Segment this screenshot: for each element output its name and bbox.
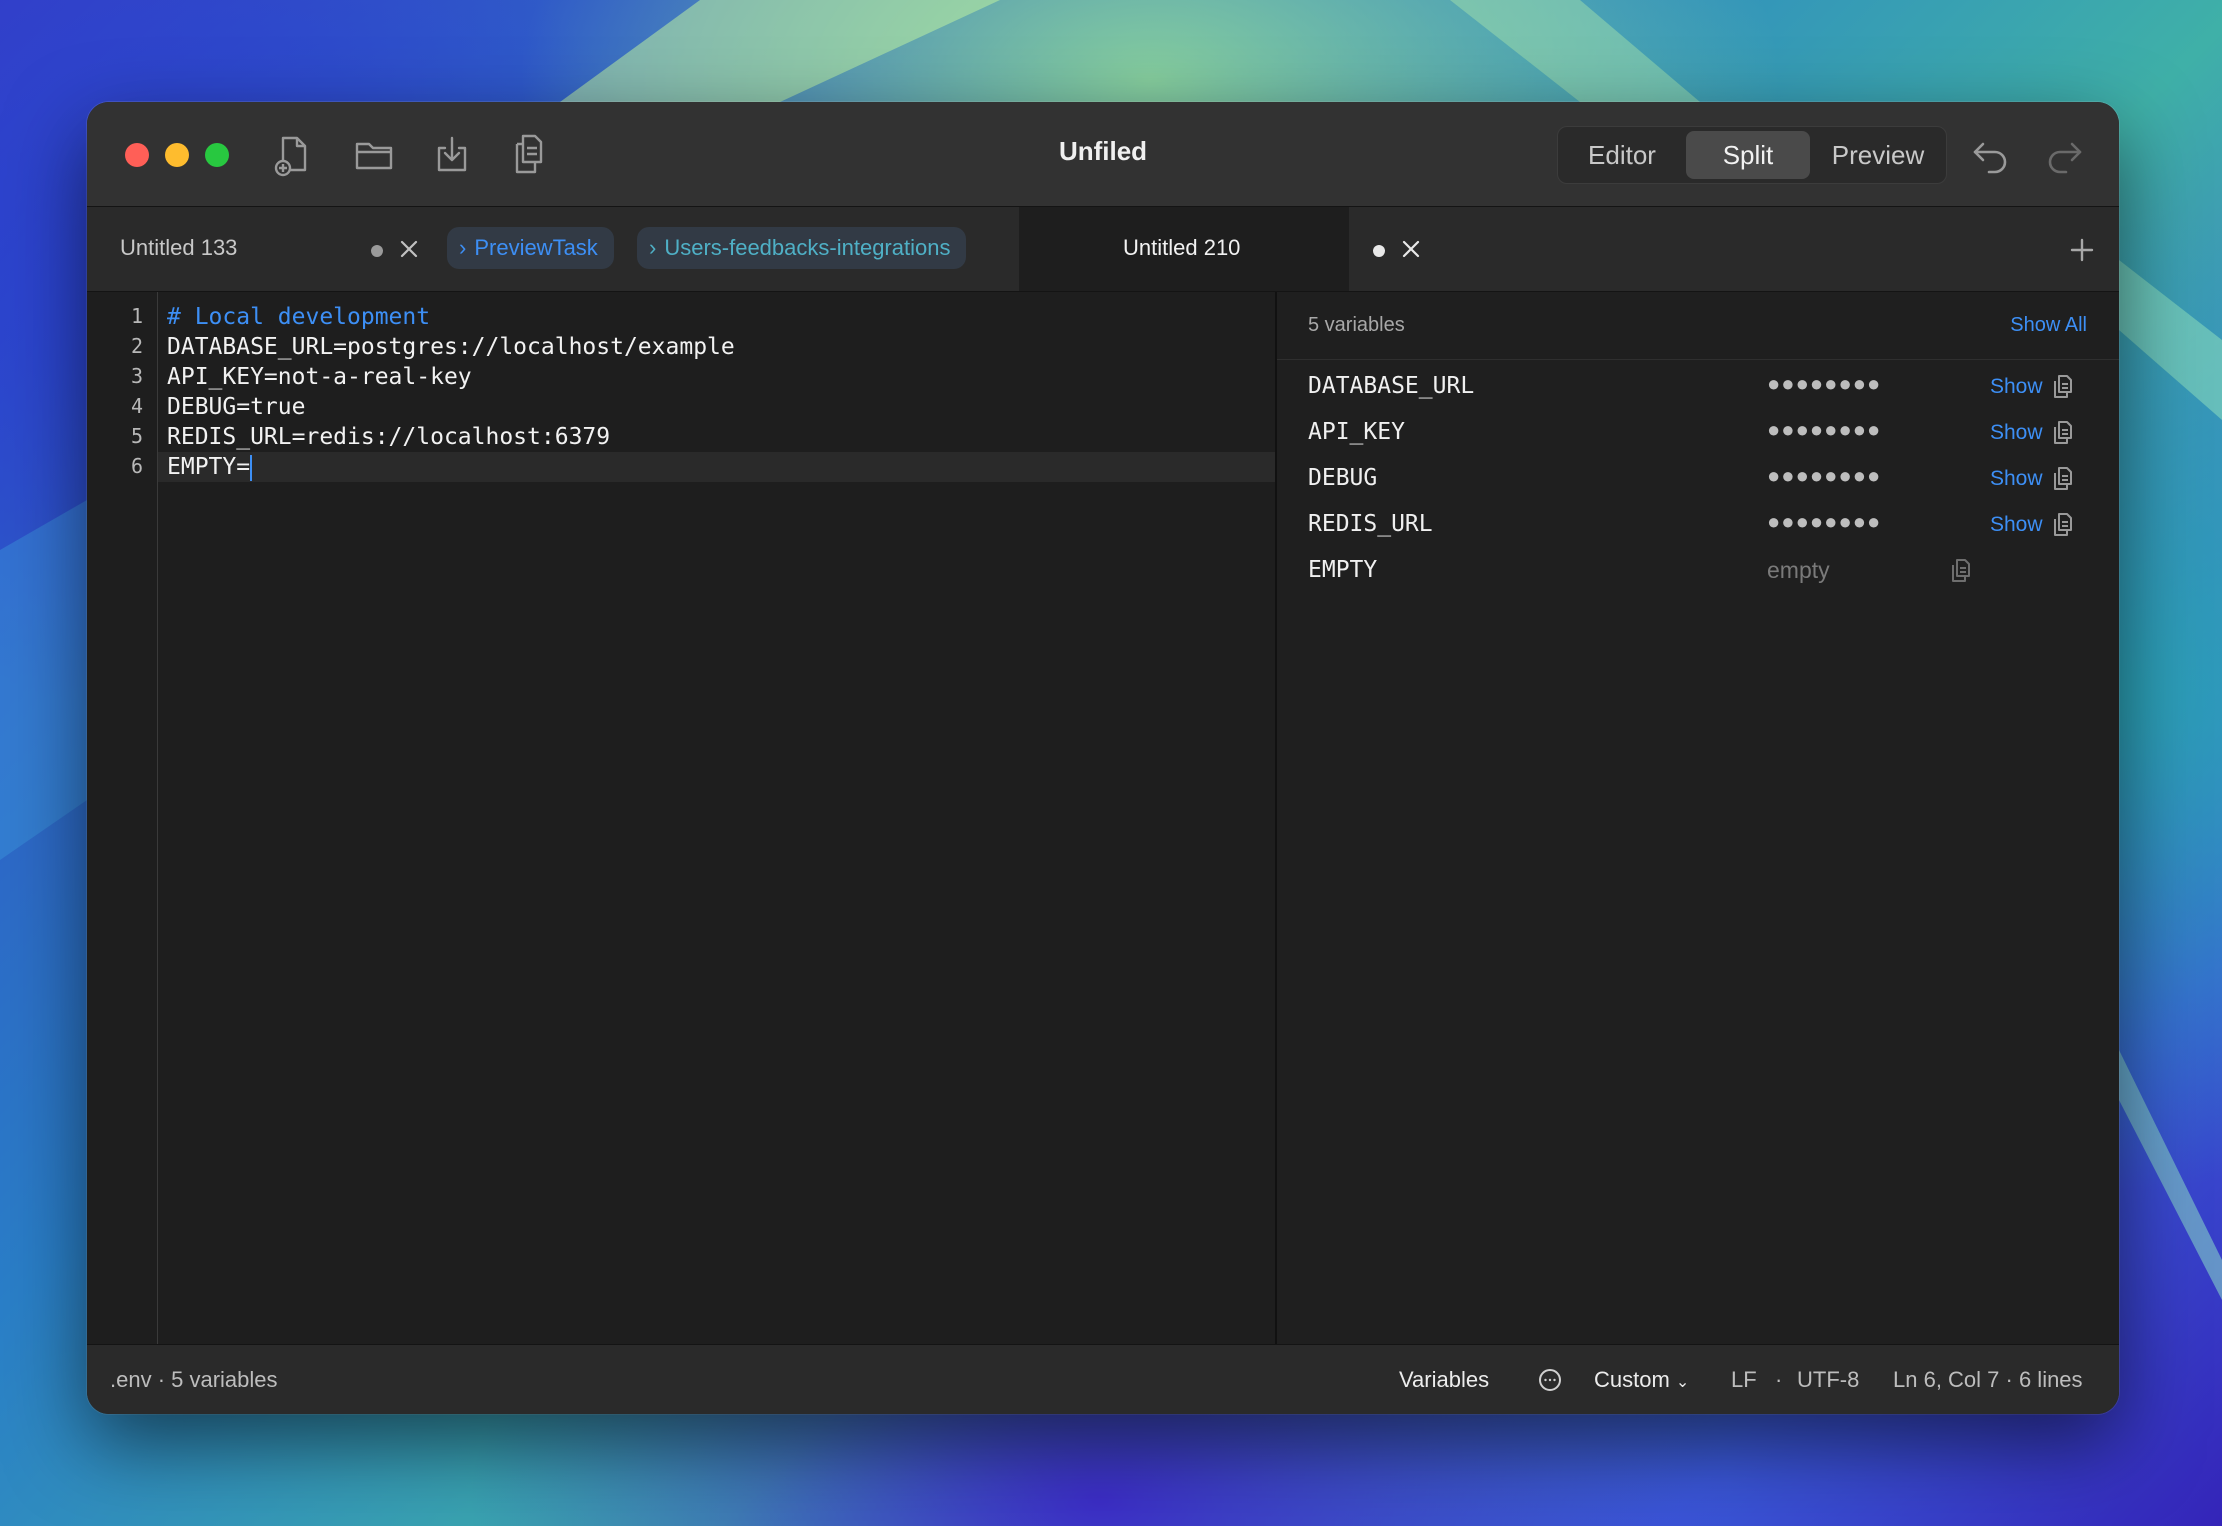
unsaved-dot-icon	[1373, 245, 1385, 257]
text-caret	[250, 454, 253, 481]
variable-count: 5 variables	[1308, 314, 1405, 336]
code-line: REDIS_URL=redis://localhost:6379	[167, 424, 611, 450]
variables-panel-button[interactable]: Variables	[1399, 1367, 1489, 1393]
variable-row: DEBUG ●●●●●●●● Show	[1277, 457, 2119, 503]
theme-dropdown[interactable]: Custom ⌄	[1594, 1367, 1689, 1393]
line-number: 3	[130, 364, 143, 388]
editor-mode-button[interactable]: Editor	[1562, 131, 1682, 179]
copy-icon[interactable]	[2047, 417, 2077, 447]
cursor-position: Ln 6, Col 7 · 6 lines	[1893, 1367, 2083, 1392]
line-number: 1	[130, 304, 143, 328]
variable-row: REDIS_URL ●●●●●●●● Show	[1277, 503, 2119, 549]
copy-icon[interactable]	[2047, 463, 2077, 493]
empty-value: empty	[1767, 557, 1830, 583]
variable-name: REDIS_URL	[1308, 511, 1433, 537]
copy-icon[interactable]	[1945, 555, 1975, 585]
code-editor[interactable]: 1 2 3 4 5 6 # Local development DATABASE…	[87, 292, 1275, 1344]
split-mode-button[interactable]: Split	[1686, 131, 1810, 179]
new-tab-plus-icon[interactable]	[2067, 235, 2097, 265]
show-value-button[interactable]: Show	[1990, 421, 2043, 445]
breadcrumb-label: PreviewTask	[474, 235, 598, 260]
breadcrumb-preview-task[interactable]: › PreviewTask	[447, 227, 614, 269]
code-line: DATABASE_URL=postgres://localhost/exampl…	[167, 334, 735, 360]
masked-value: ●●●●●●●●	[1767, 463, 1882, 488]
more-options-icon[interactable]	[1537, 1367, 1563, 1393]
copy-icon[interactable]	[2047, 509, 2077, 539]
code-line-current: EMPTY=	[167, 452, 253, 482]
preview-header: 5 variables Show All	[1277, 292, 2119, 360]
unsaved-dot-icon	[371, 245, 383, 257]
code-line: API_KEY=not-a-real-key	[167, 364, 472, 390]
line-number: 4	[130, 394, 143, 418]
close-tab-icon[interactable]	[397, 237, 421, 261]
close-tab-icon[interactable]	[1399, 237, 1423, 261]
variable-name: EMPTY	[1308, 557, 1378, 583]
code-line-text: EMPTY=	[167, 454, 251, 480]
line-number: 2	[130, 334, 143, 358]
variable-row: DATABASE_URL ●●●●●●●● Show	[1277, 365, 2119, 411]
title-bar: Unfiled Editor Split Preview	[87, 102, 2119, 207]
separator: ·	[1775, 1367, 1783, 1392]
preview-mode-button[interactable]: Preview	[1814, 131, 1942, 179]
current-line-highlight	[158, 452, 1275, 482]
show-value-button[interactable]: Show	[1990, 513, 2043, 537]
masked-value: ●●●●●●●●	[1767, 509, 1882, 534]
variable-row: API_KEY ●●●●●●●● Show	[1277, 411, 2119, 457]
encoding[interactable]: UTF-8	[1797, 1367, 1859, 1393]
variable-row: EMPTY empty	[1277, 549, 2119, 595]
masked-value: ●●●●●●●●	[1767, 371, 1882, 396]
line-number-gutter: 1 2 3 4 5 6	[87, 292, 158, 1344]
chevron-down-icon: ⌄	[1675, 1374, 1690, 1391]
code-line: # Local development	[167, 304, 431, 330]
variables-preview-panel: 5 variables Show All DATABASE_URL ●●●●●●…	[1277, 292, 2119, 1344]
line-ending[interactable]: LF	[1731, 1367, 1757, 1393]
variable-name: API_KEY	[1308, 419, 1405, 445]
line-number: 5	[130, 424, 143, 448]
show-value-button[interactable]: Show	[1990, 467, 2043, 491]
file-info: .env · 5 variables	[110, 1367, 278, 1392]
tab-bar: Untitled 133 › PreviewTask › Users-feedbac…	[87, 207, 2119, 292]
status-bar: .env · 5 variables Variables Custom ⌄ LF…	[87, 1344, 2119, 1414]
tab-title: Untitled 133	[120, 235, 238, 260]
view-mode-selector: Editor Split Preview	[1557, 126, 1947, 184]
chevron-right-icon: ›	[649, 235, 657, 260]
show-all-button[interactable]: Show All	[2010, 314, 2087, 337]
tab-untitled-210[interactable]: Untitled 210	[1019, 207, 1420, 291]
chevron-right-icon: ›	[459, 235, 467, 260]
breadcrumb-label: Users-feedbacks-integrations	[664, 235, 951, 260]
breadcrumb-users-feedbacks[interactable]: › Users-feedbacks-integrations	[637, 227, 967, 269]
code-line: DEBUG=true	[167, 394, 306, 420]
app-window: Unfiled Editor Split Preview Untitled 13…	[87, 102, 2119, 1414]
show-value-button[interactable]: Show	[1990, 375, 2043, 399]
variable-name: DEBUG	[1308, 465, 1378, 491]
theme-label: Custom	[1594, 1367, 1670, 1392]
copy-icon[interactable]	[2047, 371, 2077, 401]
variable-name: DATABASE_URL	[1308, 373, 1475, 399]
redo-icon[interactable]	[2042, 132, 2088, 178]
tab-title: Untitled 210	[1123, 235, 1241, 260]
line-number: 6	[130, 454, 143, 478]
masked-value: ●●●●●●●●	[1767, 417, 1882, 442]
undo-icon[interactable]	[1967, 132, 2013, 178]
